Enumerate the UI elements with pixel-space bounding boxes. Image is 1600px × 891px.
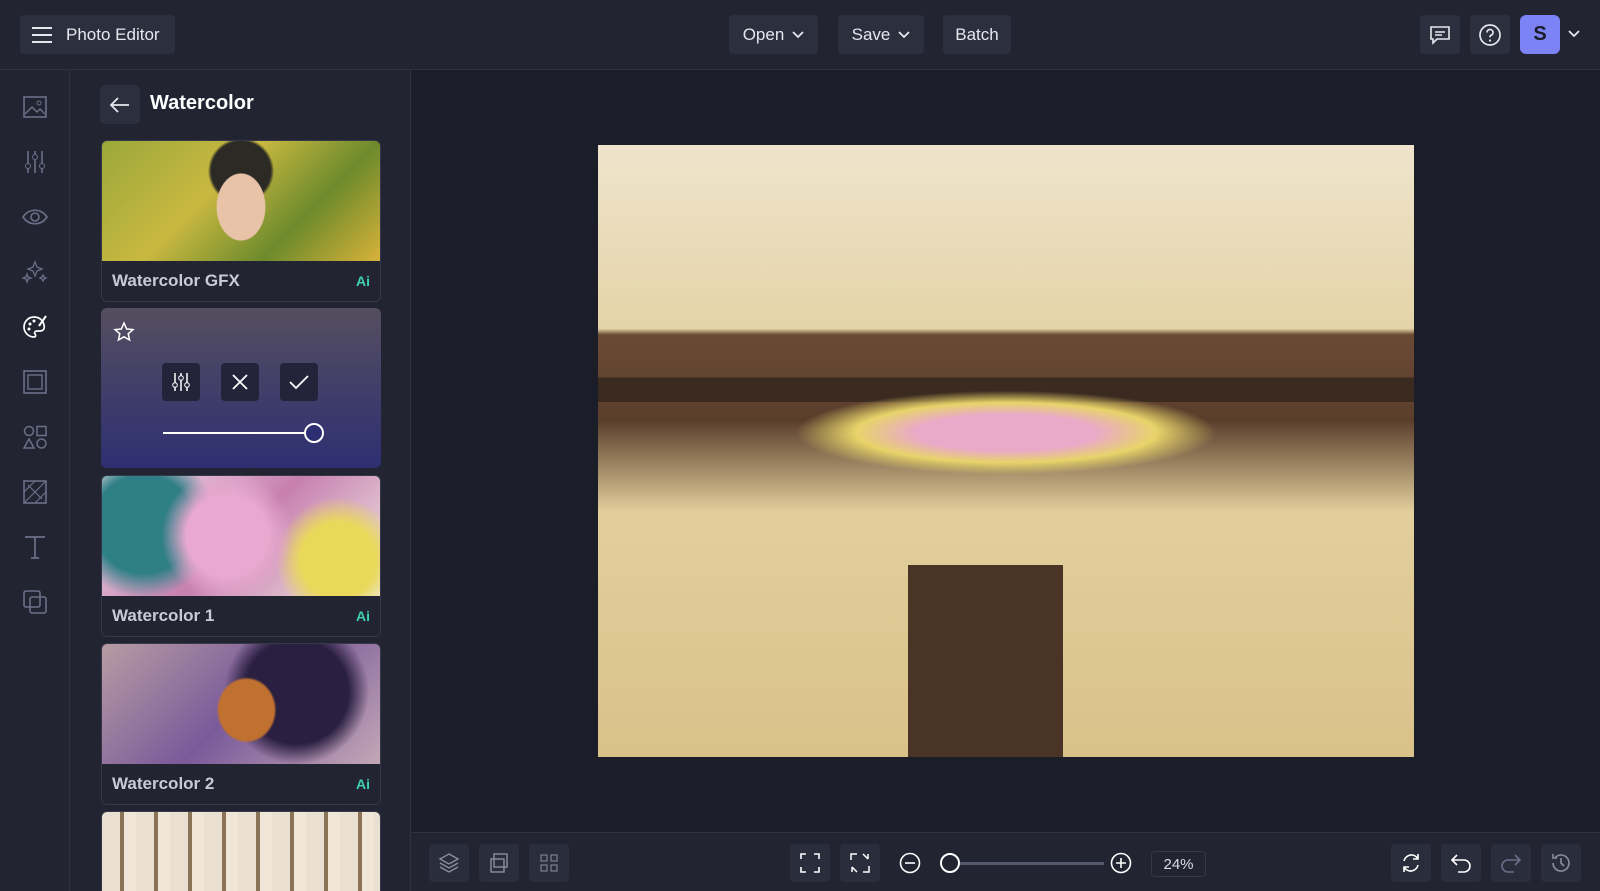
effect-card-watercolor-gfx[interactable]: Watercolor GFX Ai [101, 140, 381, 302]
effect-thumbnail [102, 141, 380, 261]
check-icon [289, 374, 309, 390]
ai-badge: Ai [356, 776, 370, 792]
sliders-icon [170, 371, 192, 393]
cancel-effect-button[interactable] [221, 363, 259, 401]
star-icon[interactable] [113, 321, 135, 343]
frame-icon[interactable] [22, 369, 48, 395]
panel-title: Watercolor [150, 92, 254, 114]
tool-rail [0, 70, 70, 891]
avatar[interactable]: S [1520, 15, 1560, 54]
redo-button[interactable] [1491, 844, 1531, 882]
adjustments-icon[interactable] [22, 149, 48, 175]
image-icon[interactable] [22, 94, 48, 120]
comment-icon [1429, 25, 1451, 45]
open-button[interactable]: Open [729, 15, 818, 54]
chevron-down-icon [898, 30, 911, 39]
account-chevron-icon[interactable] [1568, 30, 1580, 38]
batch-button[interactable]: Batch [943, 15, 1011, 54]
effect-card-next[interactable] [101, 811, 381, 891]
menu-button[interactable]: Photo Editor [20, 15, 175, 54]
sparkles-icon[interactable] [22, 259, 48, 285]
effects-panel: Watercolor Watercolor GFX Ai Watercolor 1… [70, 70, 411, 891]
close-icon [231, 373, 249, 391]
expand-icon [800, 853, 820, 873]
zoom-out-icon[interactable] [899, 852, 921, 874]
hamburger-icon [32, 26, 52, 43]
undo-button[interactable] [1441, 844, 1481, 882]
bottom-toolbar: 24% [411, 832, 1600, 891]
compare-button[interactable] [479, 844, 519, 882]
app-title: Photo Editor [66, 24, 160, 44]
shrink-icon [850, 853, 870, 873]
overlay-icon[interactable] [22, 589, 48, 615]
art-palette-icon[interactable] [22, 314, 48, 340]
texture-icon[interactable] [22, 479, 48, 505]
effect-label: Watercolor 2 [112, 774, 215, 793]
effect-settings-button[interactable] [162, 363, 200, 401]
history-icon [1550, 852, 1572, 874]
actual-size-button[interactable] [840, 844, 880, 882]
effect-card-watercolor-1[interactable]: Watercolor 1 Ai [101, 475, 381, 637]
ai-badge: Ai [356, 608, 370, 624]
arrow-left-icon [110, 96, 130, 113]
history-button[interactable] [1541, 844, 1581, 882]
apply-effect-button[interactable] [280, 363, 318, 401]
active-effect-controls [101, 308, 381, 468]
back-button[interactable] [100, 85, 140, 124]
help-icon [1478, 23, 1502, 47]
avatar-initial: S [1533, 23, 1547, 45]
comments-button[interactable] [1420, 15, 1460, 54]
intensity-slider[interactable] [163, 423, 324, 443]
batch-label: Batch [955, 24, 999, 44]
eye-icon[interactable] [22, 204, 48, 230]
effect-card-watercolor-2[interactable]: Watercolor 2 Ai [101, 643, 381, 805]
compare-icon [488, 852, 510, 874]
zoom-value[interactable]: 24% [1151, 851, 1206, 877]
redo-icon [1500, 852, 1522, 874]
grid-button[interactable] [529, 844, 569, 882]
fit-to-screen-button[interactable] [790, 844, 830, 882]
layers-button[interactable] [429, 844, 469, 882]
effect-label: Watercolor 1 [112, 606, 215, 625]
layers-icon [438, 852, 460, 874]
effect-label: Watercolor GFX [112, 271, 240, 290]
save-button[interactable]: Save [838, 15, 924, 54]
effect-thumbnail [102, 812, 380, 891]
save-label: Save [851, 24, 891, 44]
top-bar: Photo Editor Open Save Batch S [0, 0, 1600, 70]
ai-badge: Ai [356, 273, 370, 289]
canvas-image[interactable] [598, 145, 1414, 757]
text-icon[interactable] [22, 534, 48, 560]
effect-thumbnail [102, 644, 380, 764]
shapes-icon[interactable] [22, 424, 48, 450]
zoom-slider[interactable] [940, 853, 1104, 873]
undo-icon [1450, 852, 1472, 874]
zoom-slider-thumb[interactable] [940, 853, 960, 873]
effect-thumbnail [102, 476, 380, 596]
zoom-in-icon[interactable] [1110, 852, 1132, 874]
help-button[interactable] [1470, 15, 1510, 54]
reset-button[interactable] [1391, 844, 1431, 882]
grid-icon [539, 853, 559, 873]
slider-thumb[interactable] [304, 423, 324, 443]
refresh-icon [1400, 852, 1422, 874]
chevron-down-icon [792, 30, 804, 39]
open-label: Open [742, 24, 785, 44]
